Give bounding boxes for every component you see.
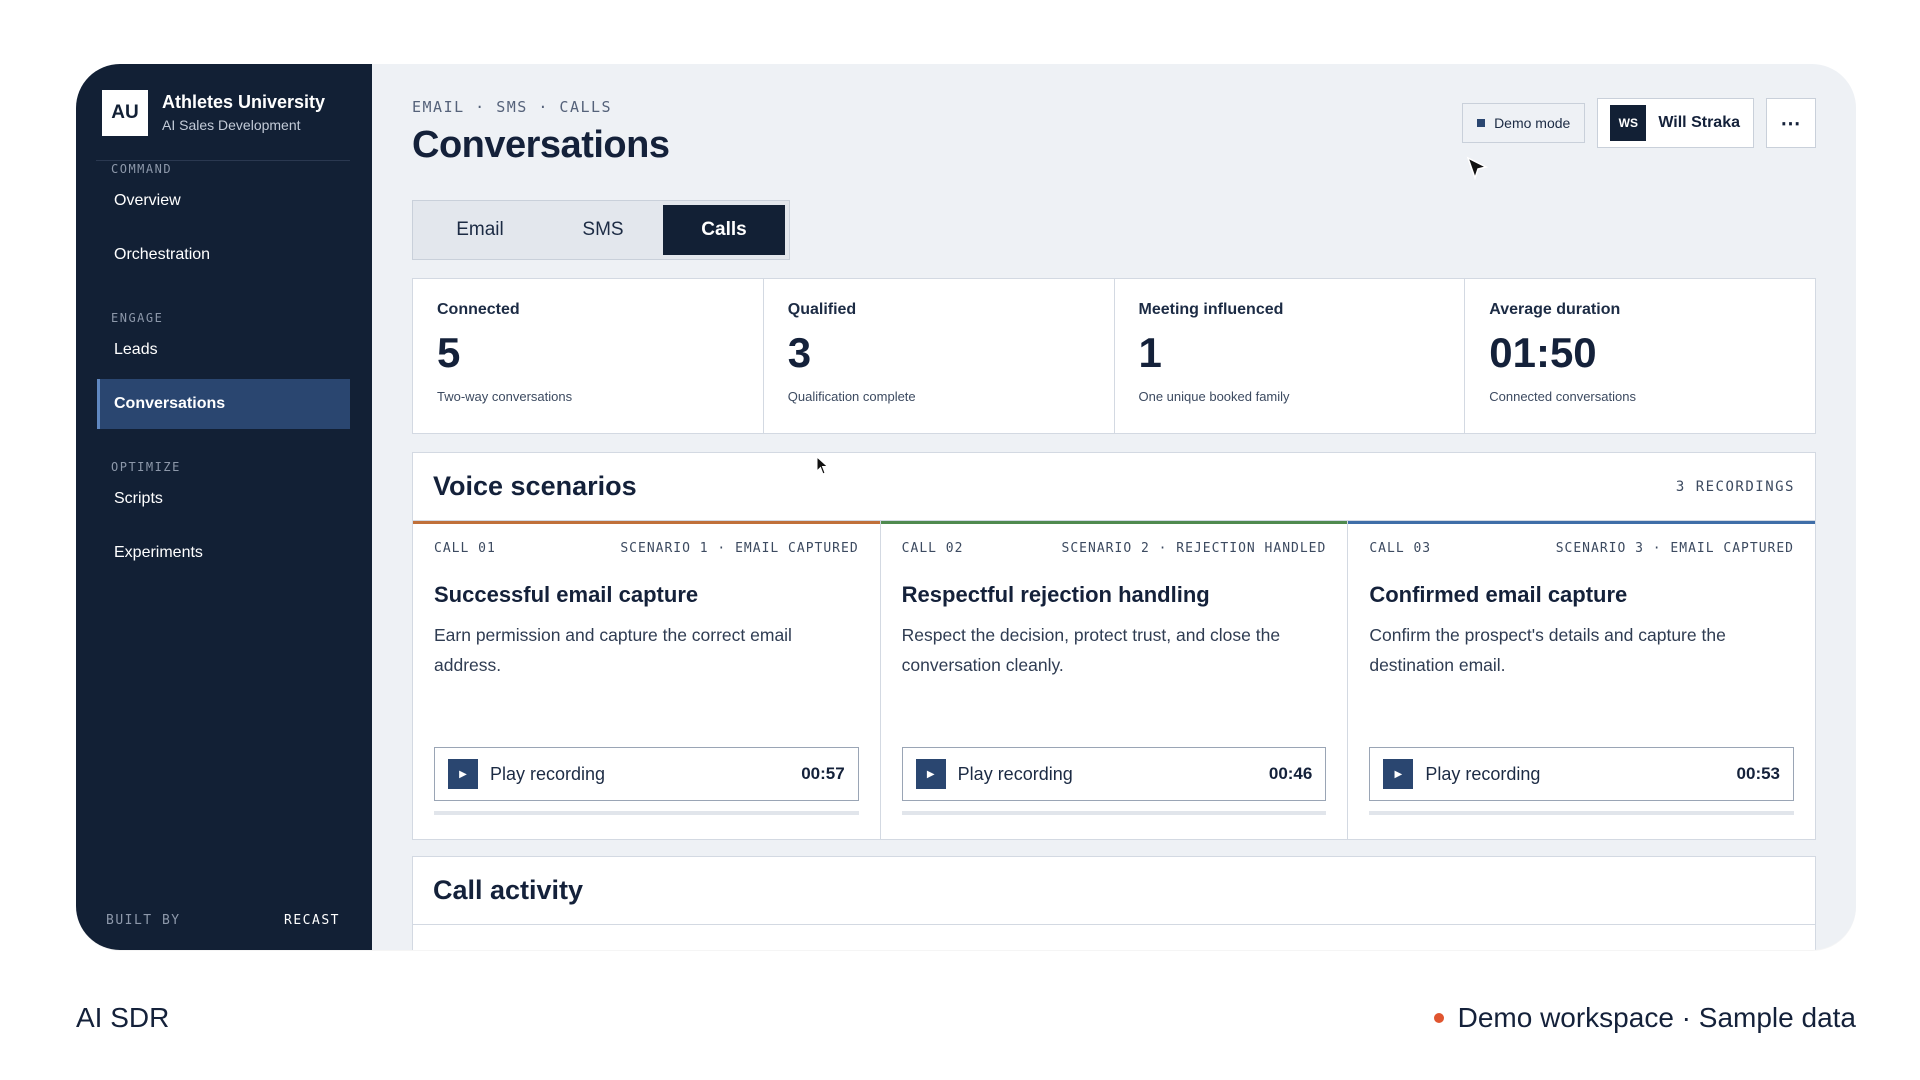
card-accent-bar bbox=[1348, 521, 1816, 524]
brand-logo: AU bbox=[102, 90, 148, 136]
scenario-tag: SCENARIO 3 · EMAIL CAPTURED bbox=[1555, 541, 1795, 556]
stat-meeting-influenced: Meeting influenced 1 One unique booked f… bbox=[1115, 279, 1466, 433]
sidebar-item-overview[interactable]: Overview bbox=[97, 176, 350, 226]
stat-connected: Connected 5 Two-way conversations bbox=[413, 279, 764, 433]
stat-sub: Two-way conversations bbox=[437, 389, 573, 404]
top-actions: Demo mode WS Will Straka ⋯ bbox=[1462, 98, 1816, 148]
stat-sub: Qualification complete bbox=[787, 389, 916, 404]
recordings-count: 3 RECORDINGS bbox=[1675, 478, 1795, 495]
card-description: Respect the decision, protect trust, and… bbox=[901, 625, 1281, 675]
call-activity-panel: Call activity bbox=[412, 856, 1816, 950]
channel-tabs: Email SMS Calls bbox=[412, 200, 790, 260]
play-label: Play recording bbox=[1425, 763, 1541, 784]
card-accent-bar bbox=[880, 521, 1348, 524]
nav-section-command: COMMAND bbox=[111, 162, 173, 176]
card-title: Confirmed email capture bbox=[1369, 582, 1628, 607]
breadcrumb: EMAIL · SMS · CALLS bbox=[412, 98, 613, 116]
scenario-tag: SCENARIO 2 · REJECTION HANDLED bbox=[1061, 541, 1327, 556]
tab-sms[interactable]: SMS bbox=[543, 205, 663, 255]
caption-product-name: AI SDR bbox=[76, 1002, 170, 1033]
card-title: Respectful rejection handling bbox=[901, 582, 1210, 607]
recast-link[interactable]: RECAST bbox=[284, 913, 340, 928]
user-name: Will Straka bbox=[1658, 114, 1740, 131]
sidebar-item-scripts[interactable]: Scripts bbox=[97, 474, 350, 524]
brand-subtitle: AI Sales Development bbox=[162, 117, 301, 133]
card-description: Earn permission and capture the correct … bbox=[434, 625, 792, 675]
user-menu-button[interactable]: WS Will Straka bbox=[1597, 98, 1754, 148]
play-label: Play recording bbox=[490, 763, 606, 784]
play-recording-button[interactable]: ▶ Play recording 00:57 bbox=[434, 747, 859, 801]
duration: 00:57 bbox=[801, 764, 845, 783]
duration: 00:53 bbox=[1736, 764, 1781, 783]
call-number: CALL 01 bbox=[434, 541, 496, 556]
stat-label: Average duration bbox=[1489, 301, 1621, 318]
status-dot-icon bbox=[1433, 1013, 1444, 1023]
sidebar-item-leads[interactable]: Leads bbox=[97, 325, 350, 375]
section-title: Call activity bbox=[433, 875, 584, 905]
scenario-card-1: CALL 01 SCENARIO 1 · EMAIL CAPTURED Succ… bbox=[413, 521, 881, 839]
app-window: AU Athletes University AI Sales Developm… bbox=[76, 64, 1856, 950]
scenario-tag: SCENARIO 1 · EMAIL CAPTURED bbox=[620, 541, 859, 556]
page-title: Conversations bbox=[412, 124, 670, 166]
more-horizontal-icon[interactable]: ⋯ bbox=[1766, 98, 1816, 148]
sidebar-divider bbox=[96, 160, 350, 161]
playback-progress[interactable] bbox=[434, 811, 859, 815]
brand-name: Athletes University bbox=[162, 92, 326, 112]
sidebar: AU Athletes University AI Sales Developm… bbox=[76, 64, 372, 950]
brand[interactable]: AU Athletes University AI Sales Developm… bbox=[102, 90, 325, 136]
section-title: Voice scenarios bbox=[433, 471, 637, 501]
demo-mode-label: Demo mode bbox=[1494, 115, 1571, 131]
caption-workspace-label: Demo workspace · Sample data bbox=[1457, 1002, 1856, 1033]
avatar: WS bbox=[1610, 105, 1647, 141]
stat-value: 1 bbox=[1138, 329, 1162, 376]
sidebar-item-experiments[interactable]: Experiments bbox=[97, 528, 350, 578]
stats-row: Connected 5 Two-way conversations Qualif… bbox=[412, 278, 1816, 434]
play-icon: ▶ bbox=[915, 759, 946, 789]
play-recording-button[interactable]: ▶ Play recording 00:46 bbox=[901, 747, 1327, 801]
demo-dot-icon bbox=[1477, 119, 1486, 127]
stat-value: 3 bbox=[787, 329, 812, 376]
stat-value: 01:50 bbox=[1489, 329, 1597, 376]
main-content: EMAIL · SMS · CALLS Conversations Demo m… bbox=[372, 64, 1856, 950]
sidebar-footer: BUILT BY RECAST bbox=[106, 913, 340, 928]
play-icon: ▶ bbox=[448, 759, 478, 789]
tab-email[interactable]: Email bbox=[417, 205, 543, 255]
card-accent-bar bbox=[413, 521, 880, 524]
sidebar-item-orchestration[interactable]: Orchestration bbox=[97, 230, 350, 280]
mouse-pointer-icon bbox=[816, 456, 829, 475]
stat-average-duration: Average duration 01:50 Connected convers… bbox=[1465, 279, 1815, 433]
caption-workspace: Demo workspace · Sample data bbox=[1433, 1002, 1856, 1034]
built-by-label: BUILT BY bbox=[106, 913, 181, 928]
stat-label: Connected bbox=[437, 301, 520, 318]
playback-progress[interactable] bbox=[901, 811, 1327, 815]
scenario-card-2: CALL 02 SCENARIO 2 · REJECTION HANDLED R… bbox=[880, 521, 1349, 839]
voice-scenarios-panel: Voice scenarios 3 RECORDINGS CALL 01 SCE… bbox=[412, 452, 1816, 840]
stat-label: Meeting influenced bbox=[1138, 301, 1284, 318]
cursor-arrow-icon bbox=[1466, 156, 1489, 181]
stat-value: 5 bbox=[437, 329, 461, 376]
play-label: Play recording bbox=[957, 763, 1073, 784]
tab-calls[interactable]: Calls bbox=[663, 205, 785, 255]
playback-progress[interactable] bbox=[1369, 811, 1795, 815]
stat-sub: Connected conversations bbox=[1489, 389, 1636, 404]
stat-qualified: Qualified 3 Qualification complete bbox=[764, 279, 1115, 433]
stat-label: Qualified bbox=[787, 301, 857, 318]
nav-section-engage: ENGAGE bbox=[111, 311, 164, 325]
scenario-card-3: CALL 03 SCENARIO 3 · EMAIL CAPTURED Conf… bbox=[1348, 521, 1816, 839]
call-number: CALL 03 bbox=[1369, 541, 1432, 556]
stat-sub: One unique booked family bbox=[1138, 389, 1290, 404]
card-title: Successful email capture bbox=[434, 582, 699, 607]
card-description: Confirm the prospect's details and captu… bbox=[1369, 625, 1726, 675]
play-icon: ▶ bbox=[1383, 759, 1414, 789]
duration: 00:46 bbox=[1268, 764, 1313, 783]
nav-section-optimize: OPTIMIZE bbox=[111, 460, 181, 474]
play-recording-button[interactable]: ▶ Play recording 00:53 bbox=[1369, 747, 1795, 801]
sidebar-item-conversations[interactable]: Conversations bbox=[97, 379, 350, 429]
call-number: CALL 02 bbox=[901, 541, 964, 556]
demo-mode-badge[interactable]: Demo mode bbox=[1462, 103, 1586, 143]
